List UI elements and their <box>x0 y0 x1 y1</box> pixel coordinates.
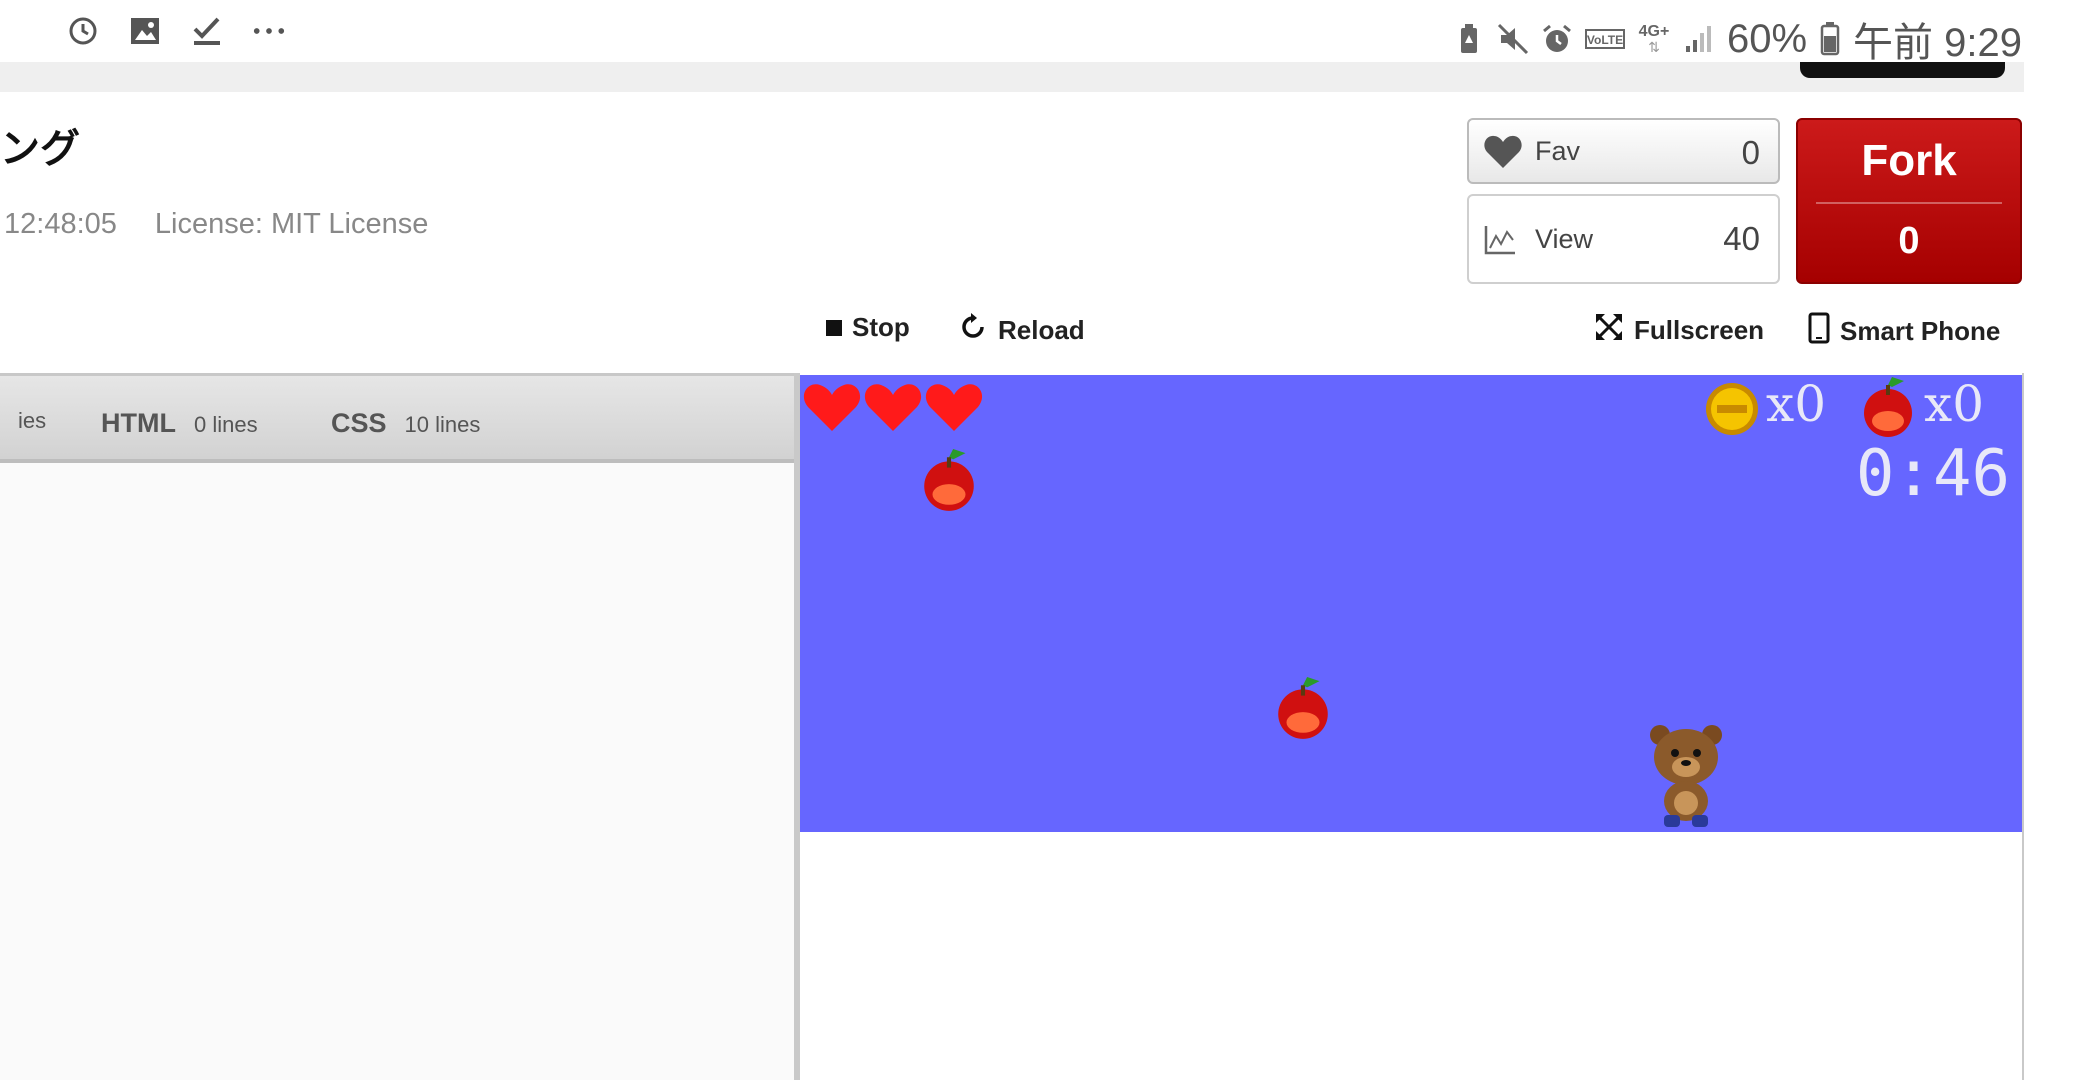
chart-icon <box>1483 224 1517 261</box>
battery-saver-icon <box>1453 22 1485 56</box>
alarm-icon <box>1541 22 1573 56</box>
tab-css-lines: 10 lines <box>404 412 481 437</box>
coin-icon <box>1706 383 1758 435</box>
page-meta: 12:48:05 License: MIT License <box>4 208 428 241</box>
fullscreen-button[interactable]: Fullscreen <box>1594 312 1764 349</box>
battery-icon <box>1819 22 1841 56</box>
fav-count: 0 <box>1741 134 1760 171</box>
editor-tabs-border <box>0 459 798 463</box>
heart-icon <box>925 384 983 431</box>
view-label: View <box>1535 224 1594 254</box>
timestamp: 12:48:05 <box>4 208 117 240</box>
heart-icon <box>1483 134 1523 175</box>
tab-js-lines: ies <box>18 408 47 433</box>
game-timer: 0:46 <box>1855 437 2010 511</box>
reload-icon <box>958 312 988 349</box>
stop-icon <box>826 319 842 336</box>
tab-html-lines: 0 lines <box>193 412 258 437</box>
page-title: ング <box>0 127 80 171</box>
game-canvas[interactable]: x0 x0 0:46 <box>800 375 2022 832</box>
tab-css-name: CSS <box>331 408 387 438</box>
check-icon <box>190 14 224 48</box>
mute-icon <box>1497 22 1529 56</box>
coin-count: x0 <box>1766 375 1827 433</box>
fav-button[interactable]: Fav 0 <box>1467 118 1780 184</box>
network-label: 4G+ <box>1638 23 1670 40</box>
smartphone-button[interactable]: Smart Phone <box>1808 312 2000 351</box>
reload-button[interactable]: Reload <box>958 312 1085 349</box>
view-count: 40 <box>1723 220 1760 257</box>
fullscreen-icon <box>1594 312 1624 349</box>
bear-player <box>1650 725 1722 827</box>
volte-icon: VoLTE <box>1584 22 1625 56</box>
tab-html[interactable]: HTML 0 lines <box>101 408 258 439</box>
fullscreen-label: Fullscreen <box>1634 315 1765 345</box>
fav-label: Fav <box>1535 136 1581 166</box>
tab-html-name: HTML <box>101 408 176 438</box>
lives-hearts <box>803 384 983 431</box>
editor-tabs: ies HTML 0 lines CSS 10 lines <box>0 373 798 459</box>
volte-label: VoLTE <box>1587 33 1623 47</box>
4g-icon: 4G+ ⇅ <box>1637 22 1671 56</box>
clock-icon <box>66 14 100 48</box>
smartphone-label: Smart Phone <box>1840 316 2001 346</box>
header-strip <box>0 62 2024 92</box>
heart-icon <box>864 384 922 431</box>
apple-count: x0 <box>1924 375 1985 433</box>
tab-js[interactable]: ies <box>0 408 46 434</box>
falling-apple <box>924 449 974 511</box>
fork-divider <box>1816 202 2002 204</box>
more-icon <box>252 14 286 48</box>
battery-percent: 60% <box>1726 16 1808 61</box>
fork-label: Fork <box>1861 136 1957 185</box>
data-arrows-icon: ⇅ <box>1648 39 1660 55</box>
image-icon <box>128 14 162 48</box>
license: License: MIT License <box>154 208 429 240</box>
signal-icon <box>1683 22 1715 56</box>
stop-label: Stop <box>852 312 910 342</box>
fork-button[interactable]: Fork 0 <box>1796 118 2022 284</box>
view-stat: View 40 <box>1467 194 1780 284</box>
game-panel: x0 x0 0:46 <box>798 373 2024 1080</box>
falling-apple <box>1278 677 1328 739</box>
heart-icon <box>803 384 861 431</box>
reload-label: Reload <box>998 315 1085 345</box>
clock-time: 午前 9:29 <box>1853 21 2022 65</box>
code-editor[interactable]: ies HTML 0 lines CSS 10 lines <box>0 373 798 1080</box>
smartphone-icon <box>1808 312 1830 351</box>
tab-css[interactable]: CSS 10 lines <box>331 408 480 439</box>
header-button[interactable] <box>1800 62 2005 78</box>
apple-icon <box>1864 377 1912 437</box>
fork-count: 0 <box>1898 220 1920 262</box>
status-bar: VoLTE 4G+ ⇅ 60% 午前 9:29 <box>0 0 2094 65</box>
stop-button[interactable]: Stop <box>826 312 910 343</box>
